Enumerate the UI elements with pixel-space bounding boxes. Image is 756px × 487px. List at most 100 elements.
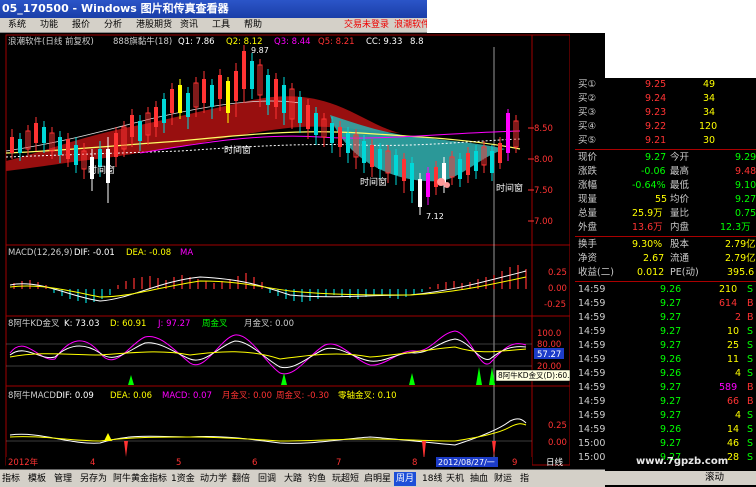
tab-fortune[interactable]: 财运 (494, 472, 512, 486)
kd-current-value: 57.27 (537, 350, 561, 360)
time-cursor-date: 2012/08/27/一 (438, 458, 495, 467)
tab-morning-star[interactable]: 启明星 (364, 472, 391, 486)
tab-week-month[interactable]: 周月 (394, 472, 417, 486)
macd2-tick-high: 0.25 (548, 421, 567, 431)
tick-row: 14:59 9.27 614 B (578, 298, 754, 309)
time-jul: 7 (336, 458, 341, 467)
low-mark: 7.12 (426, 212, 444, 221)
time-apr: 4 (90, 458, 95, 467)
tab-save-as[interactable]: 另存为 (80, 472, 107, 486)
cc-value: CC: 9.33 (366, 37, 402, 47)
macd2-zero-cross: 零轴金叉: 0.10 (338, 390, 397, 401)
macd-tick-low: -0.25 (544, 300, 566, 310)
tab-manage[interactable]: 管理 (54, 472, 72, 486)
price-tick-850: 8.50 (534, 124, 553, 134)
stock-terminal: 浪潮软件(日线 前复权) 888旗黏牛(18) Q1: 7.86 Q2: 8.1… (0, 33, 605, 487)
quote-panel: 买① 9.25 49 买② 9.24 34 买③ 9.23 34 买④ 9.22… (575, 78, 756, 487)
trade-login-status[interactable]: 交易未登录 (344, 18, 389, 32)
tick-row: 14:59 9.27 66 B (578, 396, 754, 407)
menu-help[interactable]: 帮助 (244, 18, 262, 32)
tab-template[interactable]: 模板 (28, 472, 46, 486)
time-window-label-4: 时间窗 (496, 182, 523, 194)
time-window-label-3: 时间窗 (360, 176, 387, 188)
price-tick-800: 8.00 (534, 155, 553, 165)
last-value: 8.8 (410, 37, 424, 47)
macd2-month-cross: 月金叉: 0.00 (222, 390, 272, 401)
q5-value: Q5: 8.21 (318, 37, 355, 47)
fund-row-netasset: 净资 2.67 流通 2.79亿 (578, 253, 756, 264)
tab-pullback[interactable]: 回调 (258, 472, 276, 486)
menu-bar: 系统 功能 报价 分析 港股期货 资讯 工具 帮助 交易未登录 浪潮软件 (0, 18, 427, 33)
macd2-dea: DEA: 0.06 (110, 391, 152, 401)
macd-histogram (13, 265, 527, 303)
macd-header: MACD(12,26,9) (8, 248, 73, 258)
kd-tooltip: 8阿牛KD金叉(D):60.91 (498, 370, 570, 380)
tick-row: 14:59 9.27 4 S (578, 410, 754, 421)
tab-tianji[interactable]: 天机 (446, 472, 464, 486)
window-titlebar: 05_170500 - Windows 图片和传真查看器 (0, 0, 427, 18)
q1-value: Q1: 7.86 (178, 37, 215, 47)
period-label[interactable]: 日线 (546, 457, 564, 467)
high-mark: 9.87 (251, 46, 269, 55)
stat-row-pct: 涨幅 -0.64% 最低 9.10 (578, 180, 756, 191)
kd-j: J: 97.27 (157, 319, 190, 329)
time-may: 5 (176, 458, 181, 467)
time-sep: 9 (512, 458, 517, 467)
tick-row: 15:00 9.27 46 S (578, 438, 754, 449)
indicator-name: 888旗黏牛(18) (113, 36, 172, 47)
tab-double[interactable]: 翻倍 (232, 472, 250, 486)
stock-name: 浪潮软件(日线 前复权) (8, 36, 94, 47)
menu-system[interactable]: 系统 (8, 18, 26, 32)
macd-dif: DIF: -0.01 (74, 248, 115, 258)
kd-k: K: 73.03 (64, 319, 99, 329)
watermark: www.7gpzb.com (636, 456, 729, 467)
bid-row-4: 买④ 9.22 120 (578, 121, 718, 132)
kd-tick-100: 100.0 (537, 329, 561, 339)
time-jun: 6 (252, 458, 257, 467)
tab-blood[interactable]: 抽血 (470, 472, 488, 486)
macd2-macd: MACD: 0.07 (162, 391, 212, 401)
tab-18-line[interactable]: 18线 (422, 472, 442, 486)
macd-ma: MA (180, 248, 193, 258)
stat-row-volume-total: 总量 25.9万 量比 0.75 (578, 208, 756, 219)
tab-fund[interactable]: 1资金 (171, 472, 195, 486)
tick-row: 14:59 9.26 210 S (578, 284, 754, 295)
tab-big-step[interactable]: 大踏 (284, 472, 302, 486)
stat-row-volume-now: 现量 55 均价 9.27 (578, 194, 756, 205)
fund-row-turnover: 换手 9.30% 股本 2.79亿 (578, 239, 756, 250)
macd-dea: DEA: -0.08 (126, 248, 171, 258)
menu-function[interactable]: 功能 (40, 18, 58, 32)
kd-d: D: 60.91 (110, 319, 146, 329)
stat-row-price: 现价 9.27 今开 9.29 (578, 152, 756, 163)
stat-row-change: 涨跌 -0.06 最高 9.48 (578, 166, 756, 177)
stat-row-outer-inner: 外盘 13.6万 内盘 12.3万 (578, 222, 751, 233)
macd2-tick-zero: 0.00 (548, 438, 567, 448)
time-year: 2012年 (8, 457, 39, 467)
bid-row-1: 买① 9.25 49 (578, 79, 716, 90)
bid-row-2: 买② 9.24 34 (578, 93, 716, 104)
q3-value: Q3: 8.44 (274, 37, 311, 47)
tick-row: 14:59 9.27 10 S (578, 326, 754, 337)
time-aug: 8 (412, 458, 417, 467)
kd-month-cross: 月金叉: 0.00 (244, 318, 294, 329)
menu-tools[interactable]: 工具 (212, 18, 230, 32)
tab-dynamics[interactable]: 动力学 (200, 472, 227, 486)
tab-more[interactable]: 指 (520, 472, 529, 486)
tab-aniu-gold[interactable]: 阿牛黄金指标 (113, 472, 167, 486)
menu-hk-futures[interactable]: 港股期货 (136, 18, 172, 32)
macd2-dif: DIF: 0.09 (56, 391, 94, 401)
time-window-label-1: 时间窗 (88, 164, 115, 176)
macd-tick-zero: 0.00 (548, 284, 567, 294)
menu-quote[interactable]: 报价 (72, 18, 90, 32)
tab-short-term[interactable]: 玩超短 (332, 472, 359, 486)
tab-fishing[interactable]: 钓鱼 (308, 472, 326, 486)
tick-row: 14:59 9.26 14 S (578, 424, 754, 435)
bid-row-5: 买⑤ 9.21 30 (578, 135, 716, 146)
kline-chart[interactable]: 浪潮软件(日线 前复权) 888旗黏牛(18) Q1: 7.86 Q2: 8.1… (0, 33, 570, 467)
fund-row-eps: 收益(二) 0.012 PE(动) 395.6 (578, 267, 755, 278)
kd-header: 8阿牛KD金叉 (8, 318, 60, 329)
menu-news[interactable]: 资讯 (180, 18, 198, 32)
brand-label: 浪潮软件 (394, 20, 427, 30)
tab-indicator[interactable]: 指标 (2, 472, 20, 486)
menu-analysis[interactable]: 分析 (104, 18, 122, 32)
